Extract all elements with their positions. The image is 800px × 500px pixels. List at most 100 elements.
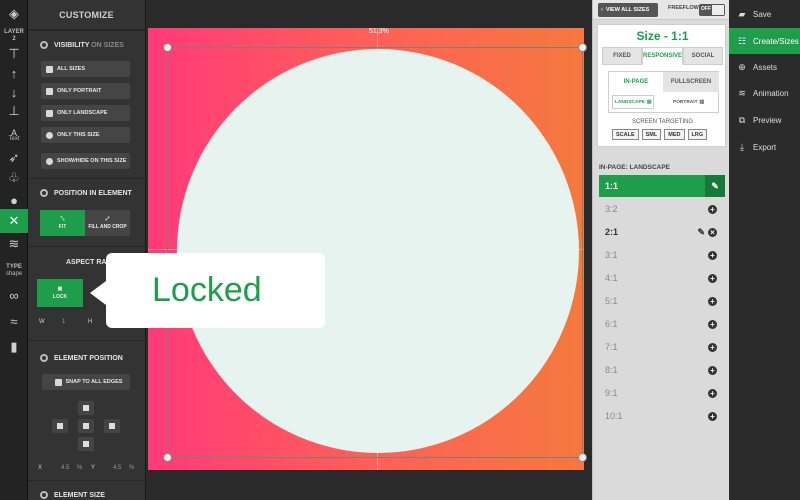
gear-icon [40, 491, 48, 499]
remove-icon[interactable]: × [708, 227, 717, 237]
show-hide-button[interactable]: SHOW/HIDE ON THIS SIZE [41, 153, 130, 169]
anchor-bottom[interactable] [78, 437, 94, 451]
resize-handle-bottom-left[interactable] [163, 453, 172, 462]
size-row-7-1[interactable]: 7:1 + [599, 336, 725, 358]
add-icon[interactable]: + [708, 411, 717, 421]
menu-save[interactable]: ▰ Save [729, 1, 800, 27]
resize-handle-bottom-right[interactable] [578, 453, 587, 462]
position-title: POSITION IN ELEMENT [40, 189, 132, 197]
tab-responsive[interactable]: RESPONSIVE [642, 47, 684, 65]
customize-panel: CUSTOMIZE VISIBILITY ON SIZES ALL SIZES … [28, 0, 146, 500]
size-row-1-1[interactable]: 1:1 ✎ [599, 175, 725, 197]
add-icon[interactable]: + [708, 273, 717, 283]
size-row-3-1[interactable]: 3:1 + [599, 244, 725, 266]
x-label: X [38, 465, 43, 471]
pencil-icon[interactable]: ✎ [697, 227, 705, 238]
align-bottom-icon[interactable]: ⊥ [0, 100, 28, 122]
menu-create-sizes[interactable]: ☷ Create/Sizes [729, 28, 800, 54]
gear-icon [40, 354, 48, 362]
fill-crop-button[interactable]: ⤢ FILL AND CROP [85, 210, 130, 236]
y-field[interactable]: 4.5 [113, 465, 121, 471]
fit-button[interactable]: ⤡ FIT [40, 210, 85, 236]
anchor-left[interactable] [52, 419, 68, 433]
landscape-option[interactable]: LANDSCAPE ▤ [612, 95, 655, 109]
locked-callout: Locked [90, 253, 325, 328]
width-field[interactable]: 1 [62, 319, 65, 325]
panel-title: CUSTOMIZE [28, 0, 145, 30]
add-icon[interactable]: + [708, 388, 717, 398]
circle-icon[interactable]: ● [0, 189, 28, 211]
size-row-4-1[interactable]: 4:1 + [599, 267, 725, 289]
all-sizes-button[interactable]: ALL SIZES [41, 61, 130, 77]
type-value: shape [5, 271, 23, 277]
add-icon[interactable]: + [708, 365, 717, 375]
element-size-title: ELEMENT SIZE [40, 491, 105, 499]
only-this-size-button[interactable]: ONLY THIS SIZE [41, 127, 130, 143]
snap-edges-button[interactable]: SNAP TO ALL EDGES [42, 374, 130, 390]
anchor-top[interactable] [78, 401, 94, 415]
add-icon[interactable]: + [708, 342, 717, 352]
size-row-6-1[interactable]: 6:1 + [599, 313, 725, 335]
size-tabs: FIXED RESPONSIVE SOCIAL [602, 47, 724, 65]
add-icon[interactable]: + [708, 319, 717, 329]
medium-button[interactable]: MED [664, 129, 685, 140]
size-row-8-1[interactable]: 8:1 + [599, 359, 725, 381]
small-button[interactable]: SML [641, 129, 662, 140]
visibility-section: VISIBILITY ON SIZES ALL SIZES ONLY PORTR… [28, 30, 146, 178]
resize-handle-top-left[interactable] [163, 43, 172, 52]
menu-preview[interactable]: ⧉ Preview [729, 107, 800, 133]
pencil-icon[interactable]: ✎ [705, 175, 725, 197]
add-icon[interactable]: + [708, 204, 717, 214]
menu-animation[interactable]: ≋ Animation [729, 80, 800, 106]
size-row-2-1[interactable]: 2:1 ✎ × [599, 221, 725, 243]
shapes-icon[interactable]: ♧ [0, 167, 28, 189]
fit-icon: ⤡ [60, 216, 65, 222]
only-portrait-button[interactable]: ONLY PORTRAIT [41, 83, 130, 99]
screen-targeting-label: SCREEN TARGETING [631, 119, 694, 125]
only-landscape-button[interactable]: ONLY LANDSCAPE [41, 105, 130, 121]
tool-rail: ◈ LAYER 2 ⊤ ↑ ↓ ⊥ A Text ➶ ♧ ● ✕ ≋ TYPE … [0, 0, 28, 500]
ad-stage[interactable]: 51.3% [148, 28, 587, 470]
resize-handle-top-right[interactable] [578, 43, 587, 52]
plus-circle-icon: ⊕ [738, 61, 746, 72]
large-button[interactable]: LRG [687, 129, 708, 140]
target-icon [46, 131, 53, 139]
scale-button[interactable]: SCALE [612, 129, 639, 140]
size-row-9-1[interactable]: 9:1 + [599, 382, 725, 404]
size-list-heading: IN-PAGE: LANDSCAPE [599, 164, 671, 171]
layers-icon[interactable]: ◈ [0, 3, 28, 25]
waves-icon: ≋ [738, 87, 746, 98]
view-all-sizes-button[interactable]: ‹ VIEW ALL SIZES [598, 3, 658, 17]
visibility-label: VISIBILITY [54, 41, 90, 49]
tools-icon[interactable]: ✕ [0, 209, 28, 233]
menu-assets[interactable]: ⊕ Assets [729, 54, 800, 80]
link-icon[interactable]: ∞ [0, 284, 28, 306]
add-icon[interactable]: + [708, 296, 717, 306]
menu-export[interactable]: ⤓ Export [729, 134, 800, 160]
tab-in-page[interactable]: IN-PAGE [609, 72, 663, 92]
visibility-title: VISIBILITY ON SIZES [40, 41, 124, 49]
lock-button[interactable]: ▣ LOCK [37, 279, 83, 307]
tab-fullscreen[interactable]: FULLSCREEN [663, 72, 719, 92]
rocket-icon[interactable]: ➶ [0, 147, 28, 169]
wifi-icon[interactable]: ≈ [0, 310, 28, 332]
size-row-3-2[interactable]: 3:2 + [599, 198, 725, 220]
x-field[interactable]: 4.5 [61, 465, 69, 471]
download-icon: ⤓ [740, 141, 744, 152]
size-row-10-1[interactable]: 10:1 + [599, 405, 725, 427]
portrait-option[interactable]: PORTRAIT ▥ [673, 95, 704, 109]
trash-icon[interactable]: ▮ [0, 336, 28, 358]
gear-icon [40, 41, 48, 49]
anchor-center[interactable] [78, 419, 94, 433]
chevron-left-icon: ‹ [601, 7, 603, 13]
tab-fixed[interactable]: FIXED [602, 47, 642, 65]
anchor-right[interactable] [104, 419, 120, 433]
position-section: POSITION IN ELEMENT ⤡ FIT ⤢ FILL AND CROP [28, 178, 146, 246]
circle-shape[interactable] [177, 49, 579, 453]
x-unit: % [77, 465, 83, 471]
size-row-5-1[interactable]: 5:1 + [599, 290, 725, 312]
waves-icon[interactable]: ≋ [0, 233, 28, 255]
add-icon[interactable]: + [708, 250, 717, 260]
tab-social[interactable]: SOCIAL [683, 47, 724, 65]
freeflow-toggle[interactable]: OFF [699, 4, 725, 16]
